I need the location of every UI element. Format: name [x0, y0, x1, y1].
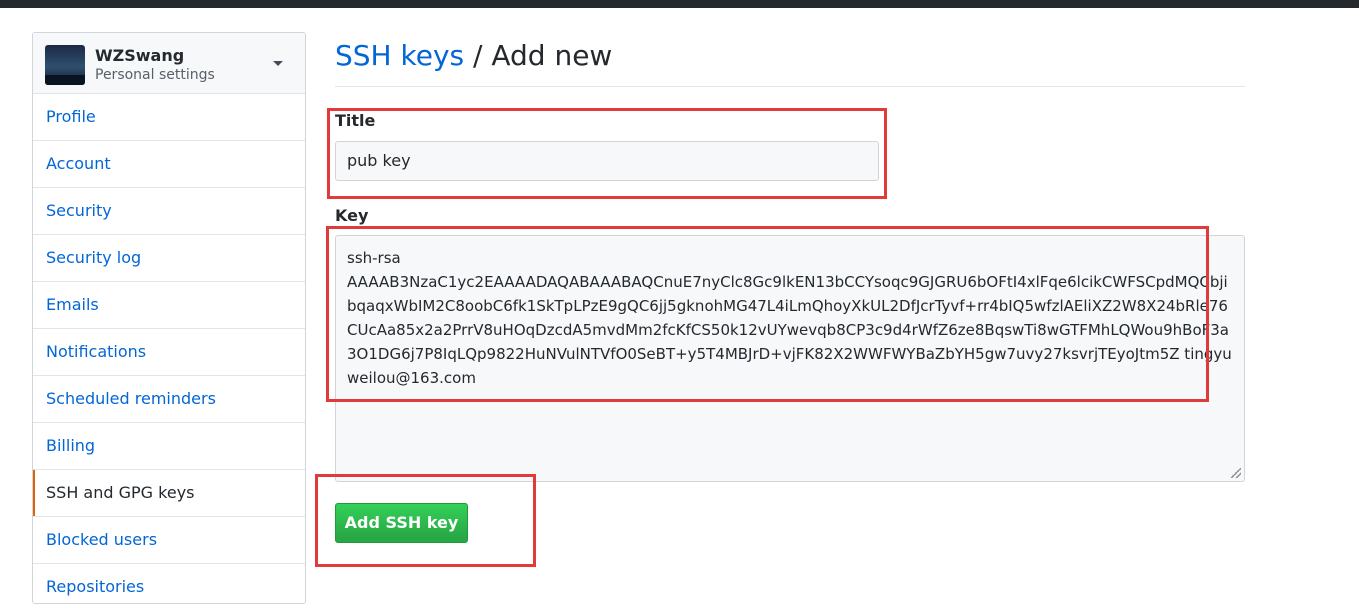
breadcrumb-current: Add new — [491, 39, 613, 72]
main-content: SSH keys / Add new Title pub key Key ssh… — [335, 30, 1245, 543]
add-ssh-key-button[interactable]: Add SSH key — [335, 503, 468, 543]
breadcrumb-ssh-keys-link[interactable]: SSH keys — [335, 39, 464, 72]
user-switcher[interactable]: WZSwang Personal settings — [33, 33, 305, 94]
page-title: SSH keys / Add new — [335, 30, 1245, 87]
user-subtitle: Personal settings — [95, 67, 215, 83]
sidebar-item-account[interactable]: Account — [33, 141, 305, 188]
sidebar-item-billing[interactable]: Billing — [33, 423, 305, 470]
key-label: Key — [335, 206, 369, 225]
sidebar-item-repositories[interactable]: Repositories — [33, 564, 305, 603]
top-bar — [0, 0, 1359, 8]
key-textarea[interactable]: ssh-rsa AAAAB3NzaC1yc2EAAAADAQABAAABAQCn… — [335, 235, 1245, 482]
sidebar-item-profile[interactable]: Profile — [33, 94, 305, 141]
settings-sidebar: WZSwang Personal settings Profile Accoun… — [32, 32, 306, 604]
sidebar-item-scheduled-reminders[interactable]: Scheduled reminders — [33, 376, 305, 423]
key-value: ssh-rsa AAAAB3NzaC1yc2EAAAADAQABAAABAQCn… — [347, 249, 1232, 387]
user-name: WZSwang — [95, 46, 185, 65]
resize-grip-icon[interactable] — [1231, 468, 1241, 478]
sidebar-item-notifications[interactable]: Notifications — [33, 329, 305, 376]
avatar — [45, 45, 85, 85]
breadcrumb-separator: / — [464, 39, 492, 72]
caret-down-icon[interactable] — [273, 61, 283, 66]
sidebar-item-security-log[interactable]: Security log — [33, 235, 305, 282]
sidebar-item-ssh-gpg-keys[interactable]: SSH and GPG keys — [33, 470, 305, 517]
title-input[interactable]: pub key — [335, 141, 879, 181]
sidebar-item-blocked-users[interactable]: Blocked users — [33, 517, 305, 564]
sidebar-item-emails[interactable]: Emails — [33, 282, 305, 329]
title-label: Title — [335, 111, 376, 130]
sidebar-item-security[interactable]: Security — [33, 188, 305, 235]
